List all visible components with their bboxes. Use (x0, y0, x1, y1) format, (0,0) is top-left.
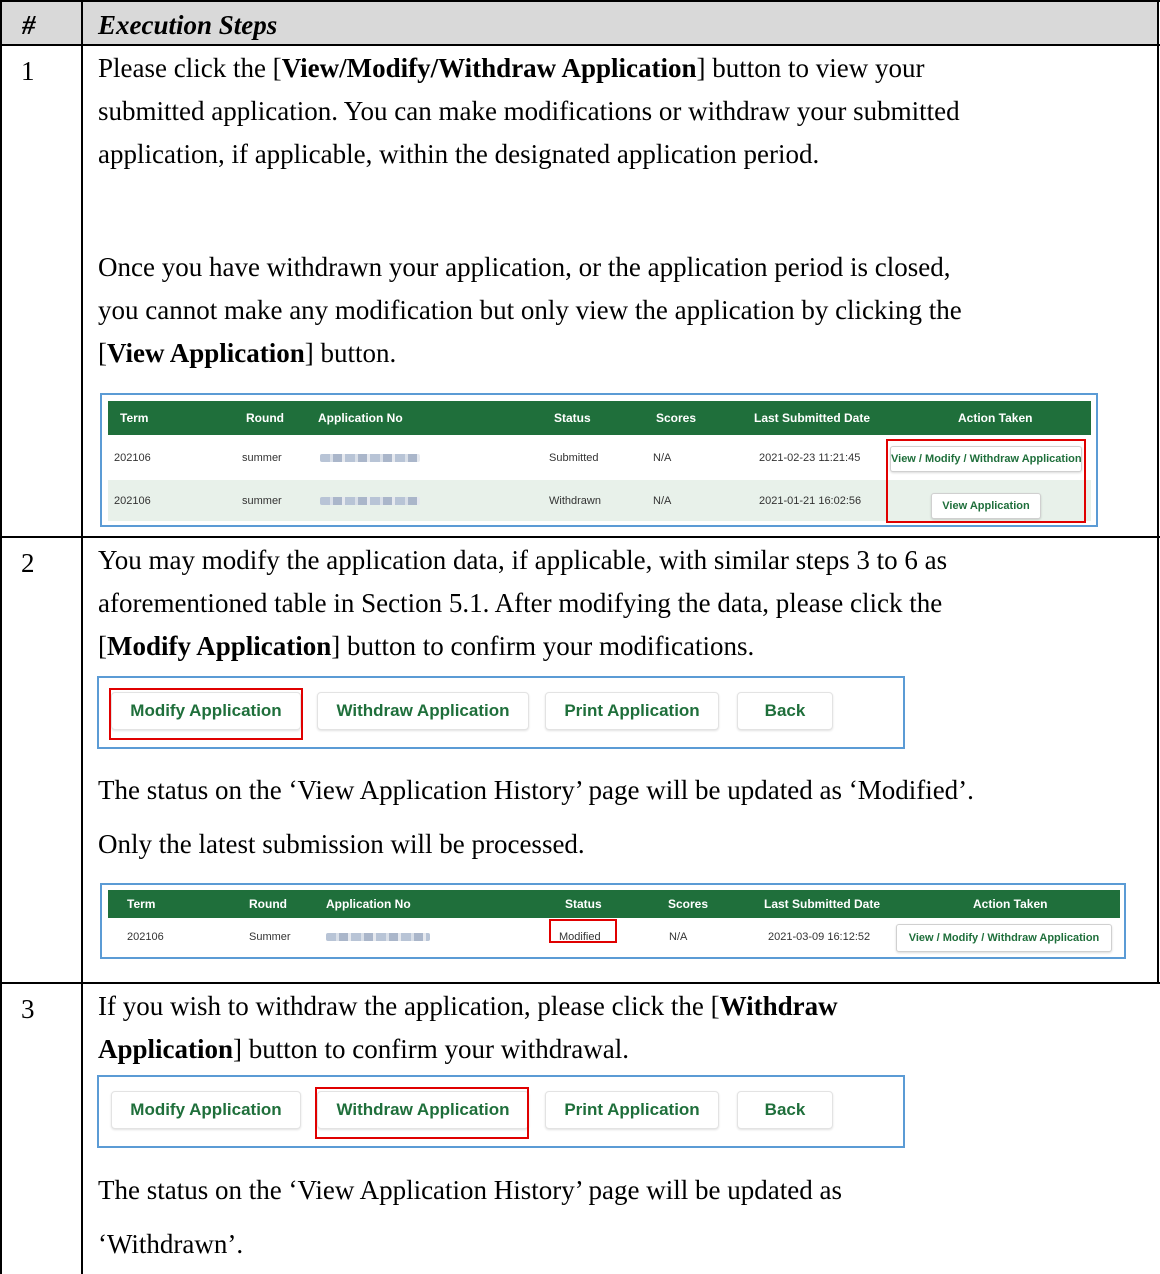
step-number-2: 2 (21, 548, 35, 578)
step-3-line-1: If you wish to withdraw the application,… (98, 991, 838, 1021)
col-status: Status (565, 897, 602, 911)
view-modify-withdraw-button[interactable]: View / Modify / Withdraw Application (896, 924, 1112, 952)
row-date: 2021-01-21 16:02:56 (759, 494, 862, 507)
col-application-no: Application No (318, 411, 403, 425)
step-3-status-note-2: ‘Withdrawn’. (98, 1229, 244, 1259)
row-scores: N/A (669, 931, 688, 943)
modified-table-header: Term Round Application No Status Scores … (108, 890, 1120, 918)
header-divider (0, 44, 1160, 46)
print-application-button[interactable]: Print Application (545, 1091, 719, 1129)
execution-steps-table: # Execution Steps 1 Please click the [Vi… (0, 0, 1160, 1274)
application-history-screenshot: Term Round Application No Status Scores … (100, 393, 1098, 527)
header-number-label: # (22, 10, 36, 40)
row-divider-1 (0, 536, 1160, 538)
table-border-right (1157, 0, 1159, 982)
col-last-submitted-date: Last Submitted Date (754, 411, 871, 425)
step-2-line-3: [Modify Application] button to confirm y… (98, 631, 755, 661)
row-round: Summer (249, 931, 291, 943)
table-border-left (0, 0, 2, 1274)
step-1-line-6: [View Application] button. (98, 338, 397, 368)
step-2-line-1: You may modify the application data, if … (98, 545, 948, 575)
row-status: Submitted (549, 451, 599, 464)
redacted-application-no (320, 496, 420, 505)
col-term: Term (120, 411, 149, 425)
row-term: 202106 (127, 931, 164, 943)
col-scores: Scores (656, 411, 697, 425)
row-term: 202106 (114, 451, 151, 464)
step-2-status-note: The status on the ‘View Application Hist… (98, 775, 974, 805)
back-button[interactable]: Back (737, 1091, 833, 1129)
modify-highlight-box (109, 688, 303, 740)
row-round: summer (242, 494, 282, 507)
modify-application-button[interactable]: Modify Application (111, 1091, 301, 1129)
col-last-submitted-date: Last Submitted Date (764, 897, 881, 911)
step-2-action-bar: Modify Application Withdraw Application … (97, 676, 905, 749)
col-action-taken: Action Taken (958, 411, 1033, 425)
row-divider-2 (0, 982, 1160, 984)
step-1-line-3: application, if applicable, within the d… (98, 139, 820, 169)
step-number-1: 1 (21, 56, 35, 86)
withdraw-highlight-box (315, 1087, 529, 1139)
row-status: Withdrawn (549, 494, 601, 507)
step-3-action-bar: Modify Application Withdraw Application … (97, 1075, 905, 1148)
step-1-line-5: you cannot make any modification but onl… (98, 295, 962, 325)
action-highlight-box (886, 439, 1086, 523)
step-3-line-2: Application] button to confirm your with… (98, 1034, 629, 1064)
col-action-taken: Action Taken (973, 897, 1048, 911)
col-term: Term (127, 897, 156, 911)
row-round: summer (242, 451, 282, 464)
row-term: 202106 (114, 494, 151, 507)
row-scores: N/A (653, 451, 672, 464)
step-number-3: 3 (21, 994, 35, 1024)
header-steps-label: Execution Steps (98, 10, 278, 40)
step-2-latest-note: Only the latest submission will be proce… (98, 829, 585, 859)
withdraw-application-button[interactable]: Withdraw Application (317, 692, 529, 730)
back-button[interactable]: Back (737, 692, 833, 730)
step-3-status-note-1: The status on the ‘View Application Hist… (98, 1175, 842, 1205)
col-application-no: Application No (326, 897, 411, 911)
row-date: 2021-03-09 16:12:52 (768, 931, 871, 943)
redacted-application-no (326, 933, 430, 941)
row-date: 2021-02-23 11:21:45 (759, 451, 861, 464)
print-application-button[interactable]: Print Application (545, 692, 719, 730)
step-1-line-1: Please click the [View/Modify/Withdraw A… (98, 53, 925, 83)
col-scores: Scores (668, 897, 709, 911)
modified-status-highlight (549, 919, 617, 943)
table-border-top (0, 0, 1160, 2)
col-round: Round (249, 897, 287, 911)
row-scores: N/A (653, 494, 672, 507)
step-1-line-2: submitted application. You can make modi… (98, 96, 960, 126)
col-status: Status (554, 411, 591, 425)
history-table-header: Term Round Application No Status Scores … (108, 401, 1091, 435)
column-divider (81, 0, 83, 1274)
col-round: Round (246, 411, 284, 425)
modified-status-screenshot: Term Round Application No Status Scores … (100, 883, 1126, 959)
redacted-application-no (320, 453, 420, 462)
step-1-line-4: Once you have withdrawn your application… (98, 252, 951, 282)
step-2-line-2: aforementioned table in Section 5.1. Aft… (98, 588, 943, 618)
